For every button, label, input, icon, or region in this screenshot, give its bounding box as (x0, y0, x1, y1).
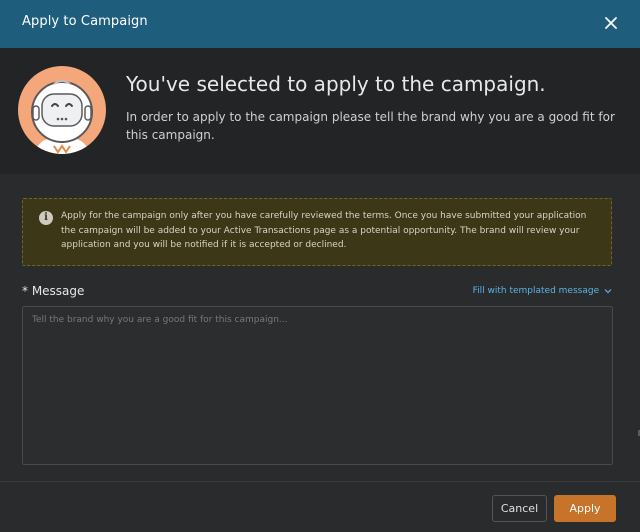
intro-section: You've selected to apply to the campaign… (0, 48, 640, 174)
close-button[interactable] (600, 12, 622, 34)
message-label: * Message (22, 284, 85, 298)
close-icon (605, 17, 617, 29)
message-textarea[interactable] (22, 306, 613, 465)
intro-title: You've selected to apply to the campaign… (126, 72, 546, 96)
robot-astronaut-icon (31, 80, 93, 154)
apply-button[interactable]: Apply (554, 495, 616, 522)
chevron-down-icon (604, 288, 612, 293)
notice-text: Apply for the campaign only after you ha… (61, 211, 587, 250)
intro-subtitle: In order to apply to the campaign please… (126, 110, 615, 142)
fill-template-link[interactable]: Fill with templated message (473, 286, 612, 296)
footer-divider (0, 481, 640, 482)
modal-header: Apply to Campaign (0, 0, 640, 48)
modal-title: Apply to Campaign (22, 14, 148, 29)
avatar (18, 66, 106, 154)
notice-box: i Apply for the campaign only after you … (22, 198, 612, 266)
cancel-button[interactable]: Cancel (492, 495, 547, 522)
info-icon: i (39, 211, 53, 225)
fill-template-label: Fill with templated message (472, 286, 600, 296)
apply-campaign-modal: Apply to Campaign You've selected to app… (0, 0, 640, 532)
